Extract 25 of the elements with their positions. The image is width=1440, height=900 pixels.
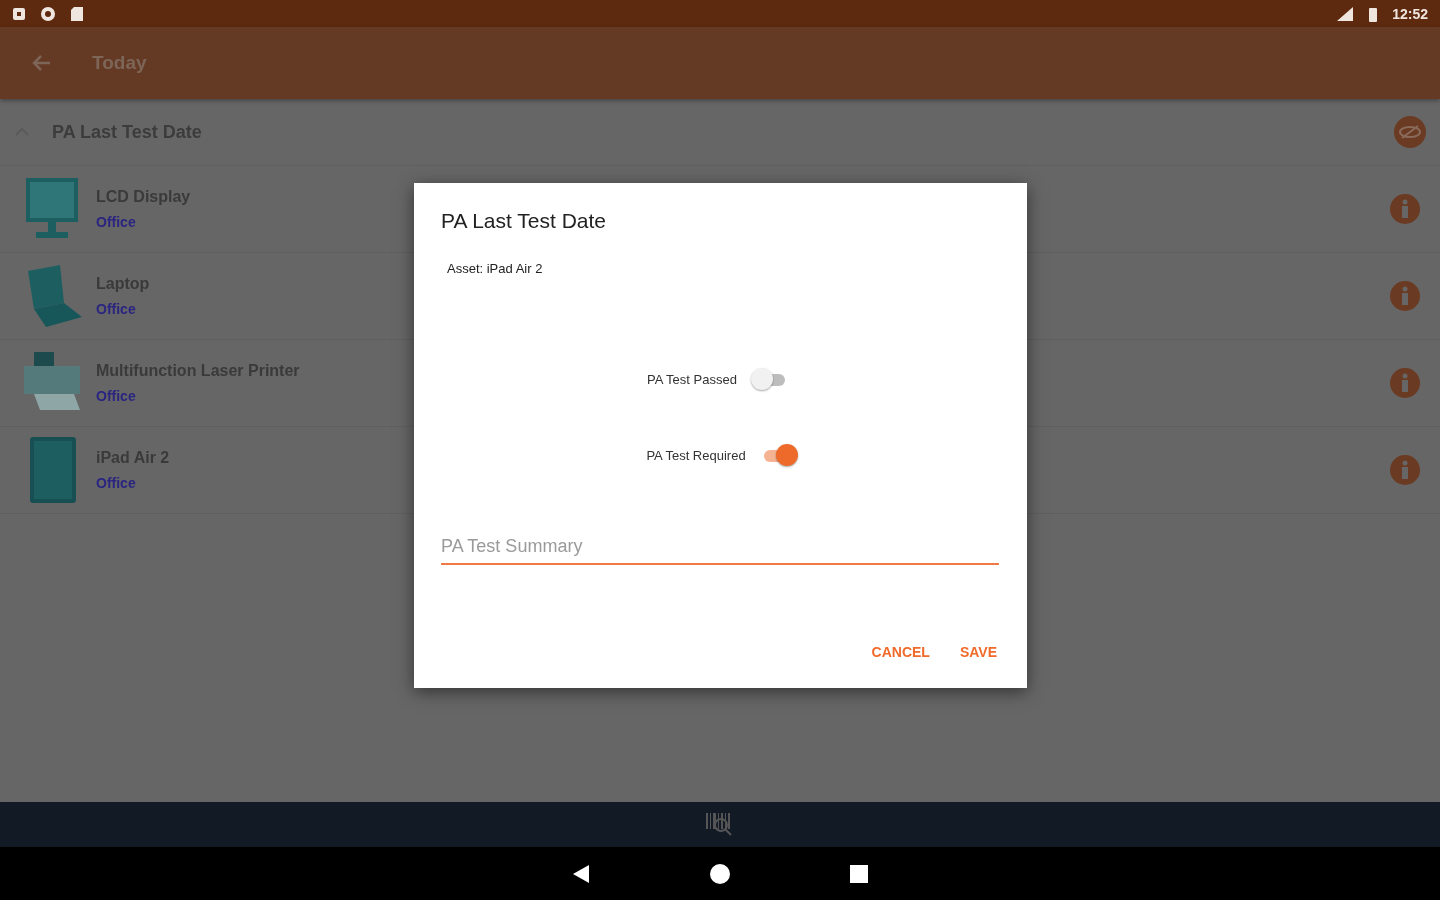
- hidden-eye-icon[interactable]: [1394, 116, 1426, 148]
- info-icon[interactable]: [1390, 455, 1420, 485]
- switch-label: PA Test Passed: [647, 371, 737, 387]
- home-icon[interactable]: [710, 863, 730, 884]
- sd-card-icon: [70, 5, 84, 22]
- asset-location: Office: [96, 301, 136, 317]
- battery-icon: [1368, 5, 1379, 22]
- recents-icon[interactable]: [850, 864, 868, 883]
- notification-icon: [12, 6, 26, 21]
- back-arrow-icon[interactable]: [30, 53, 52, 73]
- save-button[interactable]: SAVE: [959, 640, 997, 664]
- switch-label: PA Test Required: [646, 447, 746, 463]
- back-icon[interactable]: [572, 863, 590, 884]
- info-icon[interactable]: [1390, 368, 1420, 398]
- asset-location: Office: [96, 388, 136, 404]
- asset-location: Office: [96, 214, 136, 230]
- asset-label: Asset: iPad Air 2: [447, 261, 544, 276]
- dialog-title: PA Last Test Date: [441, 209, 607, 233]
- cancel-button[interactable]: CANCEL: [871, 640, 930, 664]
- info-icon[interactable]: [1390, 281, 1420, 311]
- clock: 12:52: [1392, 5, 1428, 22]
- sync-icon: [40, 5, 56, 22]
- signal-icon: [1336, 5, 1355, 22]
- info-icon[interactable]: [1390, 194, 1420, 224]
- asset-location: Office: [96, 475, 136, 491]
